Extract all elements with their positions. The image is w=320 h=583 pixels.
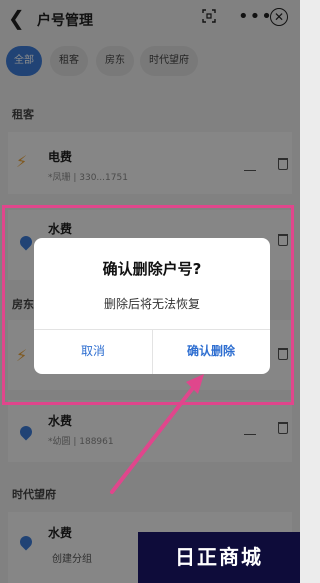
annotation-arrow-icon xyxy=(110,374,204,494)
watermark-logo: 日正商城 xyxy=(138,532,300,583)
